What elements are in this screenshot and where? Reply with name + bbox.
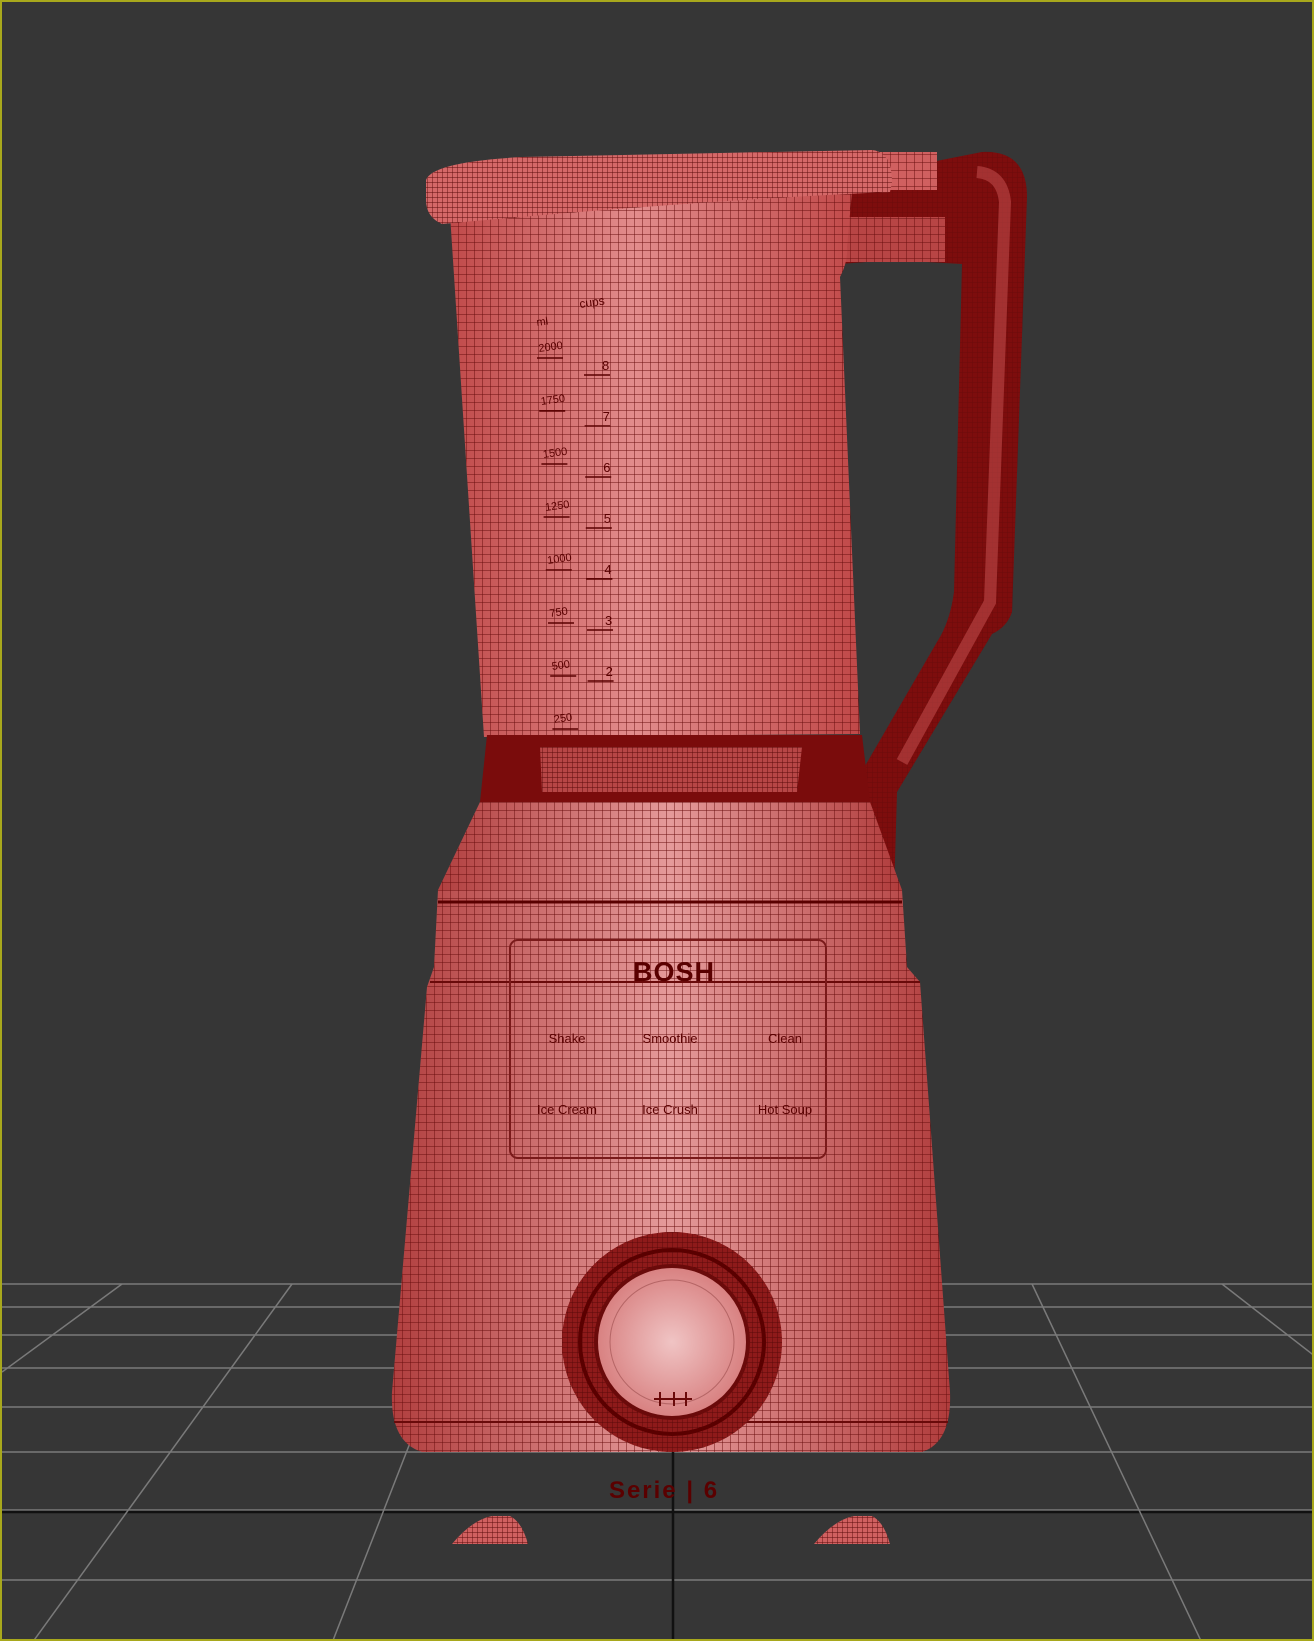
program-label: Hot Soup [758, 1102, 812, 1117]
cup-mark-label: 5 [604, 511, 611, 526]
viewport-scene: ml cups 20001750150012501000750500250 87… [2, 150, 1312, 1639]
program-label: Shake [549, 1031, 586, 1046]
brand-logo: BOSH [633, 957, 715, 987]
ml-mark-label: 500 [551, 659, 571, 673]
cup-mark-label: 4 [604, 562, 611, 577]
series-label: Serie | 6 [609, 1477, 719, 1504]
cup-mark-label: 2 [606, 664, 613, 679]
blender-jar [426, 150, 892, 802]
ml-mark-label: 250 [553, 712, 573, 726]
3d-viewport[interactable]: ml cups 2000 1750 1500 1250 1000 750 500 250 87… [0, 0, 1314, 1641]
ml-mark-label: 750 [549, 606, 569, 620]
speed-dial [562, 1232, 782, 1452]
cup-mark-label: 8 [602, 358, 609, 373]
program-label: Clean [768, 1031, 802, 1046]
program-label: Smoothie [643, 1031, 698, 1046]
ml-unit-label: ml [536, 315, 549, 328]
cup-mark-label: 3 [605, 613, 612, 628]
program-label: Ice Cream [537, 1102, 597, 1117]
program-label: Ice Crush [642, 1102, 698, 1117]
cup-mark-label: 6 [603, 460, 610, 475]
cup-mark-label: 7 [603, 409, 610, 424]
